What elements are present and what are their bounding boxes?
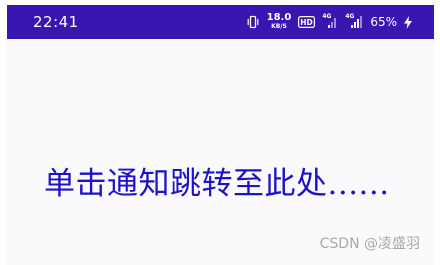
status-time: 22:41: [33, 13, 79, 31]
network-speed-value: 18.0: [266, 12, 292, 23]
signal-label-1: 4G: [322, 13, 332, 20]
signal-label-2: 4G: [345, 13, 355, 20]
notification-jump-message: 单击通知跳转至此处......: [44, 166, 390, 202]
battery-percent: 65%: [370, 15, 397, 29]
app-screen: 22:41 18.0 KB/S HD 4G 4G 65% 单击通知跳转至此处..…: [7, 5, 434, 265]
status-bar: 22:41 18.0 KB/S HD 4G 4G 65%: [7, 5, 434, 39]
status-icons: 18.0 KB/S HD 4G 4G 65%: [246, 12, 412, 32]
hd-icon: HD: [298, 16, 316, 28]
vibrate-icon: [246, 15, 260, 29]
network-speed-unit: KB/S: [271, 23, 287, 30]
signal-4g-2: 4G: [345, 13, 363, 29]
signal-4g-1: 4G: [322, 13, 338, 29]
charging-icon: [404, 15, 412, 29]
watermark: CSDN @凌盛羽: [319, 236, 420, 252]
hd-label: HD: [301, 18, 314, 27]
network-speed: 18.0 KB/S: [267, 13, 292, 31]
